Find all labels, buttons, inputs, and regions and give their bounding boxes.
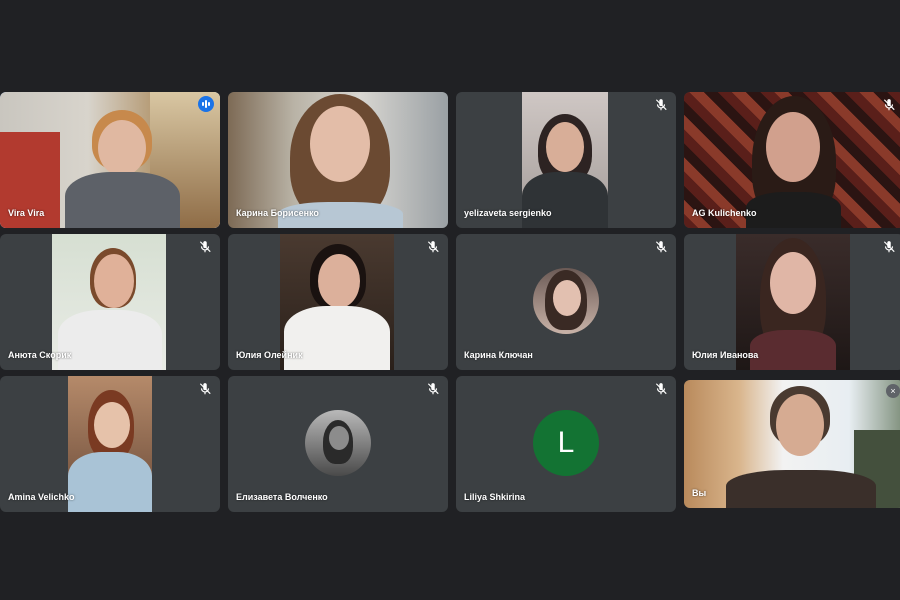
participant-tile-amina[interactable]: Amina Velichko bbox=[0, 376, 220, 512]
more-options-icon[interactable]: × bbox=[886, 384, 900, 398]
avatar: L bbox=[533, 410, 599, 476]
participant-tile-ag[interactable]: AG Kulichenko bbox=[684, 92, 900, 228]
participant-tile-yelizaveta[interactable]: yelizaveta sergienko bbox=[456, 92, 676, 228]
participant-tile-karina-b[interactable]: Карина Борисенко bbox=[228, 92, 448, 228]
participant-video bbox=[684, 380, 900, 508]
participant-name: Карина Ключан bbox=[464, 350, 533, 360]
mic-off-icon bbox=[882, 240, 896, 254]
mic-off-icon bbox=[654, 382, 668, 396]
participant-name: Карина Борисенко bbox=[236, 208, 319, 218]
participant-name: Liliya Shkirina bbox=[464, 492, 526, 502]
participant-tile-yulia-i[interactable]: Юлия Иванова bbox=[684, 234, 900, 370]
mic-off-icon bbox=[654, 240, 668, 254]
participant-name: Юлия Олейник bbox=[236, 350, 303, 360]
participant-name: Елизавета Волченко bbox=[236, 492, 328, 502]
participant-tile-self[interactable]: × Вы bbox=[684, 380, 900, 508]
mic-off-icon bbox=[426, 240, 440, 254]
participant-name: Вы bbox=[692, 488, 707, 498]
mic-off-icon bbox=[654, 98, 668, 112]
avatar bbox=[533, 268, 599, 334]
participant-name: Amina Velichko bbox=[8, 492, 75, 502]
mic-off-icon bbox=[198, 240, 212, 254]
participant-name: AG Kulichenko bbox=[692, 208, 757, 218]
mic-off-icon bbox=[882, 98, 896, 112]
participant-tile-karina-k[interactable]: Карина Ключан bbox=[456, 234, 676, 370]
participant-tile-yulia-o[interactable]: Юлия Олейник bbox=[228, 234, 448, 370]
participant-tile-vira[interactable]: Vira Vira bbox=[0, 92, 220, 228]
participant-name: Юлия Иванова bbox=[692, 350, 759, 360]
audio-level-icon bbox=[198, 96, 214, 112]
participant-name: Анюта Скорик bbox=[8, 350, 72, 360]
participant-name: Vira Vira bbox=[8, 208, 45, 218]
avatar bbox=[305, 410, 371, 476]
participant-grid: Vira Vira Карина Борисенко yelizaveta se… bbox=[0, 0, 900, 600]
participant-tile-liliya[interactable]: L Liliya Shkirina bbox=[456, 376, 676, 512]
participant-tile-elizaveta-v[interactable]: Елизавета Волченко bbox=[228, 376, 448, 512]
mic-off-icon bbox=[198, 382, 212, 396]
participant-name: yelizaveta sergienko bbox=[464, 208, 552, 218]
participant-tile-anyuta[interactable]: Анюта Скорик bbox=[0, 234, 220, 370]
participant-video bbox=[68, 376, 152, 512]
mic-off-icon bbox=[426, 382, 440, 396]
